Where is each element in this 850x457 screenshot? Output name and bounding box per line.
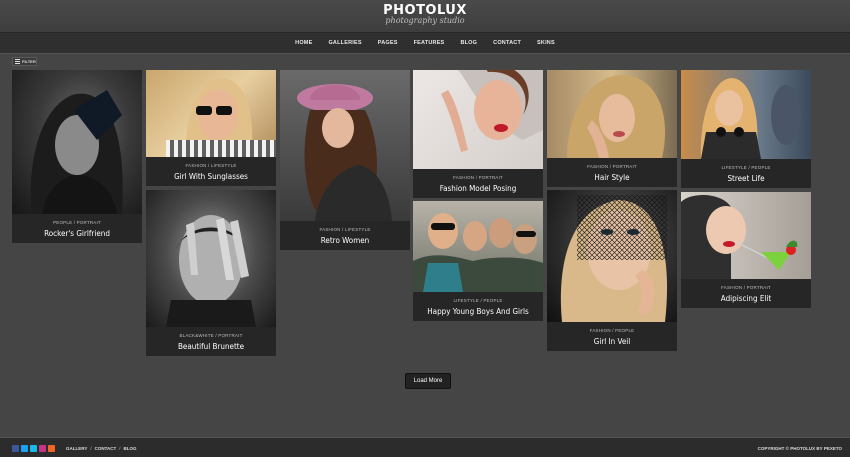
main-nav: HOME GALLERIES PAGES FEATURES BLOG CONTA… [0,32,850,54]
item-title: Street Life [727,174,765,183]
footer-link-contact[interactable]: CONTACT [95,446,117,451]
gallery-item-retro-women[interactable]: FASHION / LIFESTYLE Retro Women [280,70,410,250]
gallery-item-fashion-model-posing[interactable]: FASHION / PORTRAIT Fashion Model Posing [413,70,543,198]
filter-button[interactable]: FILTER [12,57,37,66]
site-header: PHOTOLUX photography studio [0,0,850,32]
item-title: Beautiful Brunette [177,342,245,351]
nav-item-blog[interactable]: BLOG [452,40,485,46]
item-category: FASHION / PORTRAIT [453,175,503,180]
gallery-photo [12,70,142,214]
item-title: Girl With Sunglasses [174,172,248,181]
item-category: PEOPLE / PORTRAIT [53,220,101,225]
facebook-icon[interactable] [12,445,19,452]
item-title: Hair Style [594,173,630,182]
footer-link-gallery[interactable]: GALLERY [66,446,87,451]
load-more-button[interactable]: Load More [405,373,451,389]
site-footer: GALLERY / CONTACT / BLOG COPYRIGHT © PHO… [0,437,850,457]
footer-links: GALLERY / CONTACT / BLOG [66,446,137,451]
twitter-icon[interactable] [21,445,28,452]
social-links [12,445,55,452]
gallery-photo [547,190,677,322]
item-category: LIFESTYLE / PEOPLE [453,298,503,303]
gallery-photo [413,201,543,292]
item-title: Happy Young Boys And Girls [427,307,529,316]
gallery-item-girl-with-sunglasses[interactable]: FASHION / LIFESTYLE Girl With Sunglasses [146,70,276,186]
filter-label: FILTER [22,59,36,64]
gallery-photo [146,70,276,157]
site-logo-subtitle: photography studio [385,16,465,25]
item-category: FASHION / PORTRAIT [587,164,637,169]
gallery-item-girl-in-veil[interactable]: FASHION / PEOPLE Girl In Veil [547,190,677,351]
item-category: FASHION / PEOPLE [589,328,635,333]
gallery-photo [547,70,677,158]
gallery-item-rockers-girlfriend[interactable]: PEOPLE / PORTRAIT Rocker's Girlfriend [12,70,142,243]
gallery-item-street-life[interactable]: LIFESTYLE / PEOPLE Street Life [681,70,811,188]
nav-item-skins[interactable]: SKINS [529,40,563,46]
gallery-photo [413,70,543,169]
filter-icon [15,59,20,64]
gallery-photo [681,192,811,279]
nav-item-home[interactable]: HOME [287,40,320,46]
item-title: Retro Women [320,236,370,245]
nav-item-galleries[interactable]: GALLERIES [320,40,369,46]
nav-item-pages[interactable]: PAGES [370,40,406,46]
gallery-item-adipiscing-elit[interactable]: FASHION / PORTRAIT Adipiscing Elit [681,192,811,308]
footer-separator: / [119,446,121,451]
footer-separator: / [90,446,92,451]
gallery-photo [681,70,811,159]
item-category: BLACK&WHITE / PORTRAIT [179,333,243,338]
gallery-photo [146,190,276,327]
gallery-item-happy-young-boys-and-girls[interactable]: LIFESTYLE / PEOPLE Happy Young Boys And … [413,201,543,321]
copyright-text: COPYRIGHT © PHOTOLUX BY PEXETO [757,446,842,451]
item-title: Fashion Model Posing [439,184,517,193]
item-title: Adipiscing Elit [720,294,772,303]
nav-item-contact[interactable]: CONTACT [485,40,529,46]
gallery-item-hair-style[interactable]: FASHION / PORTRAIT Hair Style [547,70,677,187]
vimeo-icon[interactable] [30,445,37,452]
gallery-item-beautiful-brunette[interactable]: BLACK&WHITE / PORTRAIT Beautiful Brunett… [146,190,276,356]
item-title: Girl In Veil [593,337,631,346]
instagram-icon[interactable] [39,445,46,452]
rss-icon[interactable] [48,445,55,452]
nav-item-features[interactable]: FEATURES [406,40,453,46]
item-title: Rocker's Girlfriend [44,229,110,238]
item-category: FASHION / PORTRAIT [721,285,771,290]
footer-link-blog[interactable]: BLOG [124,446,137,451]
item-category: LIFESTYLE / PEOPLE [721,165,771,170]
item-category: FASHION / LIFESTYLE [319,227,371,232]
item-category: FASHION / LIFESTYLE [185,163,237,168]
gallery-photo [280,70,410,221]
